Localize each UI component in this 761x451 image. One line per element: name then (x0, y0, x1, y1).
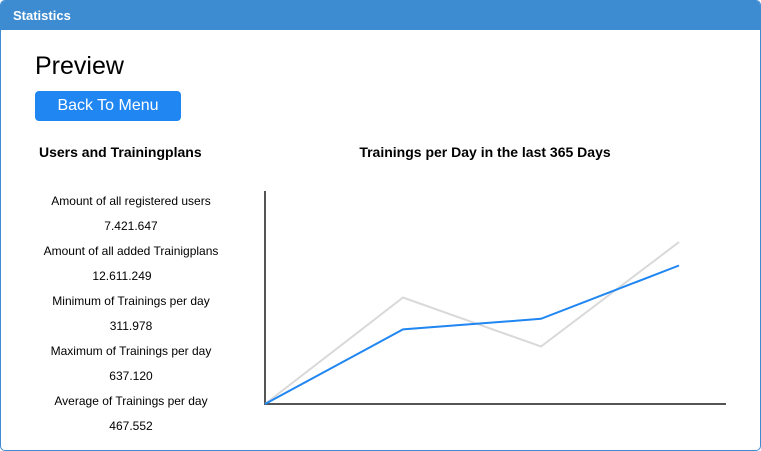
series-line-grey (264, 241, 680, 405)
series-layer (264, 241, 680, 405)
line-chart (264, 191, 726, 405)
statistics-window: Statistics Preview Back To Menu Users an… (0, 0, 761, 451)
series-line-blue (264, 264, 680, 405)
